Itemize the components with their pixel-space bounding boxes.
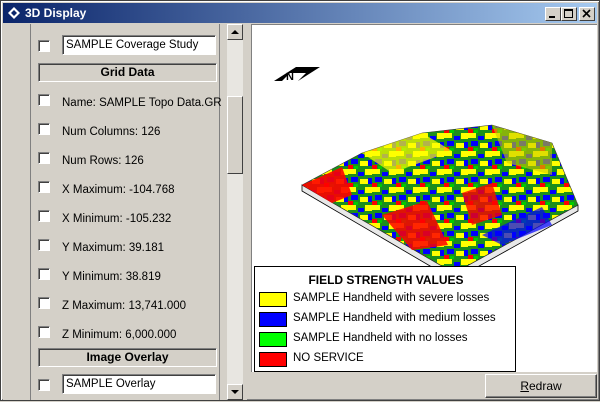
redraw-button[interactable]: Redraw <box>485 374 597 398</box>
minimize-button[interactable] <box>545 7 561 21</box>
maximize-button[interactable] <box>561 7 577 21</box>
num-rows: Num Rows: 126 <box>62 155 144 167</box>
close-button[interactable] <box>579 7 595 21</box>
legend-swatch <box>259 352 287 367</box>
y-minimum: Y Minimum: 38.819 <box>62 271 161 283</box>
legend-label: SAMPLE Handheld with medium losses <box>293 312 496 324</box>
redraw-label: edraw <box>528 379 562 393</box>
num-rows-checkbox[interactable] <box>38 152 50 164</box>
north-arrow: N <box>274 67 320 83</box>
study-name-field[interactable]: SAMPLE Coverage Study <box>62 35 216 55</box>
overlay-name-field[interactable]: SAMPLE Overlay <box>62 374 216 394</box>
title-bar[interactable]: 3D Display <box>3 3 597 23</box>
minimize-icon <box>549 16 555 18</box>
app-icon <box>8 7 20 19</box>
window: 3D Display SAMPLE Coverage Study Grid Da… <box>0 0 600 401</box>
scroll-thumb[interactable] <box>227 96 243 174</box>
close-icon <box>582 9 591 18</box>
legend-label: NO SERVICE <box>293 352 364 364</box>
arrow-down-icon <box>231 390 239 394</box>
legend-swatch <box>259 332 287 347</box>
legend-label: SAMPLE Handheld with no losses <box>293 332 468 344</box>
y-maximum: Y Maximum: 39.181 <box>62 242 165 254</box>
x-minimum-checkbox[interactable] <box>38 210 50 222</box>
legend-swatch <box>259 292 287 307</box>
legend-swatch <box>259 312 287 327</box>
compass-letter: N <box>286 71 294 83</box>
num-columns-checkbox[interactable] <box>38 123 50 135</box>
y-maximum-checkbox[interactable] <box>38 239 50 251</box>
grid-name: Name: SAMPLE Topo Data.GR <box>62 97 222 109</box>
y-minimum-checkbox[interactable] <box>38 268 50 280</box>
legend: FIELD STRENGTH VALUES SAMPLE Handheld wi… <box>254 266 516 372</box>
maximize-icon <box>564 9 573 18</box>
grid-data-header: Grid Data <box>38 63 217 82</box>
properties-panel: SAMPLE Coverage Study Grid Data Name: SA… <box>3 24 247 400</box>
panel-scrollbar[interactable] <box>227 24 243 400</box>
legend-title: FIELD STRENGTH VALUES <box>308 273 464 287</box>
window-title: 3D Display <box>25 6 87 20</box>
overlay-checkbox[interactable] <box>38 379 50 391</box>
arrow-up-icon <box>231 30 239 34</box>
study-checkbox[interactable] <box>38 40 50 52</box>
x-maximum: X Maximum: -104.768 <box>62 184 175 196</box>
z-minimum-checkbox[interactable] <box>38 326 50 338</box>
scroll-down-button[interactable] <box>227 384 243 400</box>
scroll-up-button[interactable] <box>227 24 243 40</box>
x-maximum-checkbox[interactable] <box>38 181 50 193</box>
image-overlay-header: Image Overlay <box>38 348 217 367</box>
num-columns: Num Columns: 126 <box>62 126 161 138</box>
grid-name-checkbox[interactable] <box>38 94 50 106</box>
legend-label: SAMPLE Handheld with severe losses <box>293 292 490 304</box>
z-maximum: Z Maximum: 13,741.000 <box>62 300 187 312</box>
z-maximum-checkbox[interactable] <box>38 297 50 309</box>
redraw-mnemonic: R <box>520 379 529 393</box>
x-minimum: X Minimum: -105.232 <box>62 213 172 225</box>
z-minimum: Z Minimum: 6,000.000 <box>62 329 177 341</box>
